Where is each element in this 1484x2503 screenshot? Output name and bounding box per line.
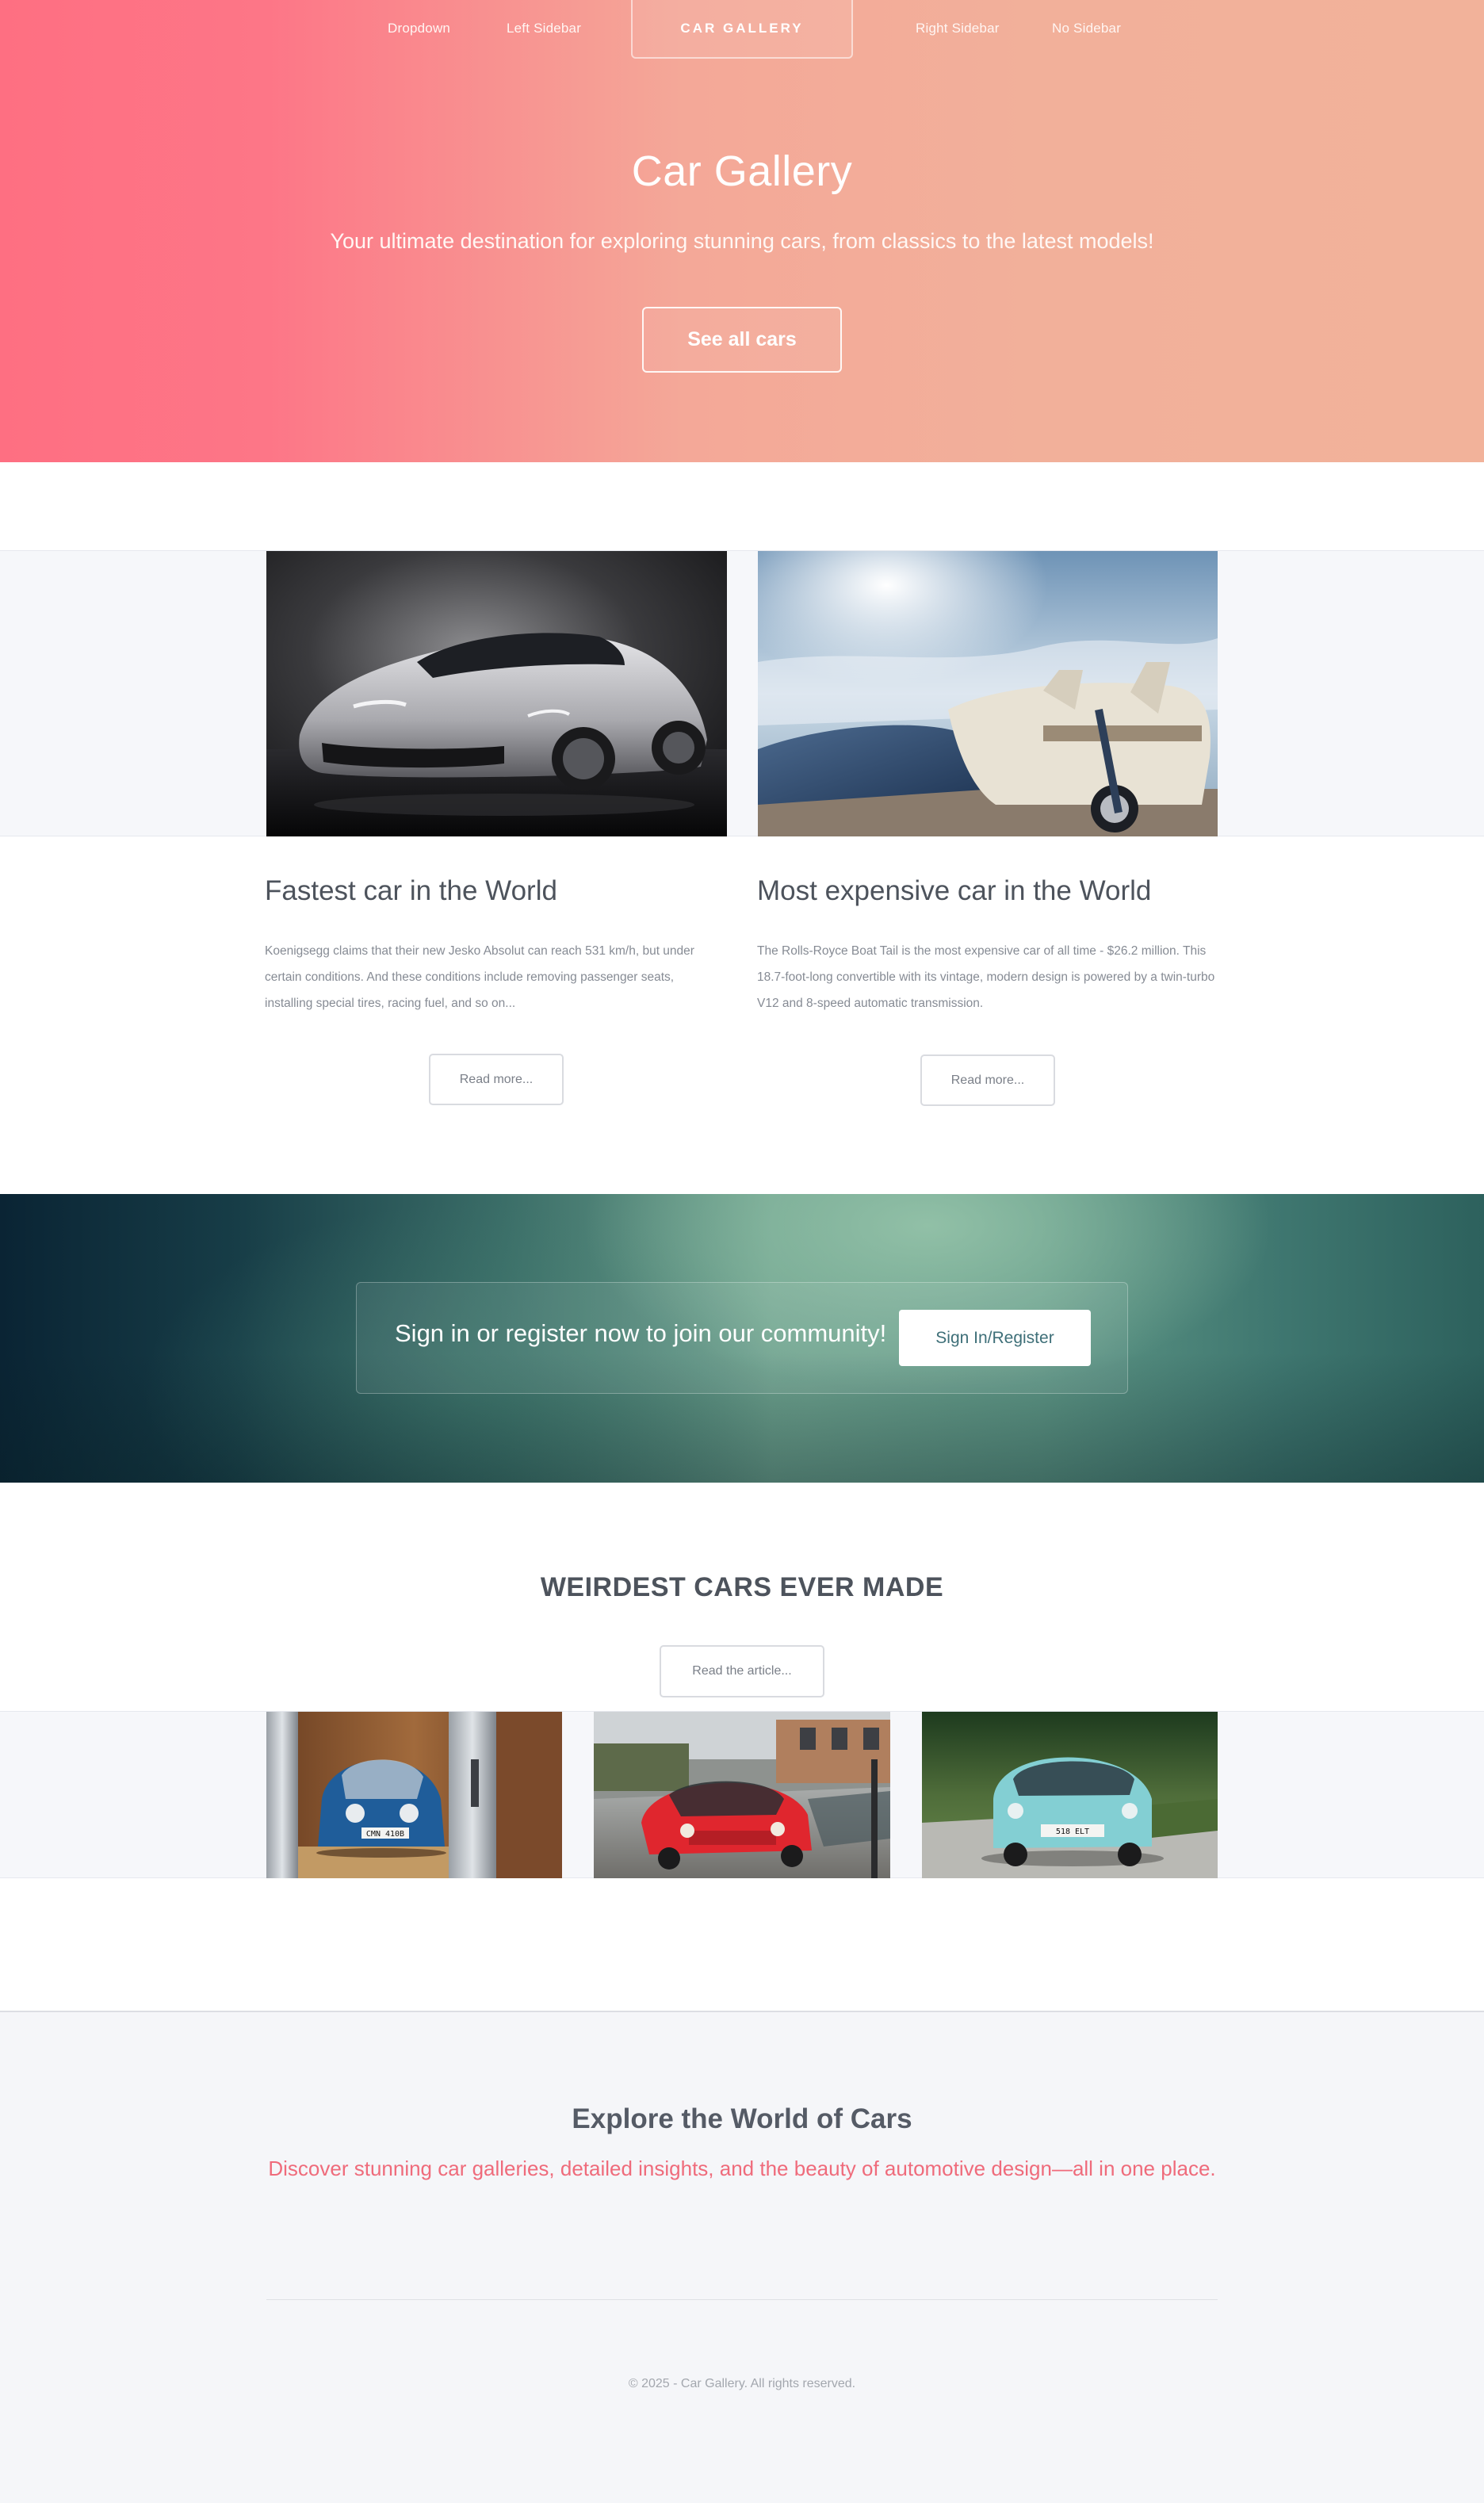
signup-panel: Sign in or register now to join our comm…	[356, 1282, 1128, 1394]
nav-link-no-sidebar[interactable]: No Sidebar	[1052, 21, 1121, 36]
copyright-text: © 2025 - Car Gallery. All rights reserve…	[628, 2377, 856, 2390]
card-text-fastest: Koenigsegg claims that their new Jesko A…	[265, 944, 694, 1010]
signup-prompt: Sign in or register now to join our comm…	[395, 1319, 887, 1347]
page-title: Car Gallery	[631, 147, 853, 195]
footer-title: Explore the World of Cars	[572, 2103, 912, 2134]
most-expensive-car-photo[interactable]	[758, 551, 1218, 836]
top-navigation: Dropdown Left Sidebar CAR GALLERY Right …	[0, 0, 1484, 59]
nav-link-dropdown[interactable]: Dropdown	[388, 21, 450, 36]
featured-image-band	[0, 550, 1484, 836]
nav-link-left-sidebar[interactable]: Left Sidebar	[507, 21, 581, 36]
svg-text:518 ELT: 518 ELT	[1056, 1827, 1089, 1836]
three-wheeler-photo[interactable]	[594, 1712, 890, 1878]
sign-in-register-button[interactable]: Sign In/Register	[899, 1310, 1091, 1366]
read-more-button-most-expensive[interactable]: Read more...	[920, 1054, 1055, 1106]
see-all-cars-button[interactable]: See all cars	[642, 307, 842, 373]
svg-text:CMN 410B: CMN 410B	[366, 1830, 404, 1839]
weird-cars-heading: WEIRDEST CARS EVER MADE	[540, 1572, 944, 1602]
hero-subtitle: Your ultimate destination for exploring …	[330, 229, 1154, 253]
nav-link-right-sidebar[interactable]: Right Sidebar	[916, 21, 1000, 36]
nav-brand-logo[interactable]: CAR GALLERY	[631, 0, 853, 59]
footer-subtitle: Discover stunning car galleries, detaile…	[268, 2157, 1216, 2180]
card-title-fastest: Fastest car in the World	[265, 875, 557, 906]
bubble-car-photo[interactable]: 518 ELT	[922, 1712, 1218, 1878]
fastest-car-photo[interactable]	[266, 551, 727, 836]
read-more-button-fastest[interactable]: Read more...	[429, 1054, 564, 1105]
footer-divider	[266, 2299, 1218, 2300]
card-text-most-expensive: The Rolls-Royce Boat Tail is the most ex…	[757, 944, 1215, 1010]
hero-section: Dropdown Left Sidebar CAR GALLERY Right …	[0, 0, 1484, 462]
card-title-most-expensive: Most expensive car in the World	[757, 875, 1152, 906]
read-article-button[interactable]: Read the article...	[660, 1645, 824, 1697]
microcar-photo[interactable]: CMN 410B	[266, 1712, 562, 1878]
signup-banner: Sign in or register now to join our comm…	[0, 1194, 1484, 1483]
site-footer: Explore the World of Cars Discover stunn…	[0, 2011, 1484, 2503]
